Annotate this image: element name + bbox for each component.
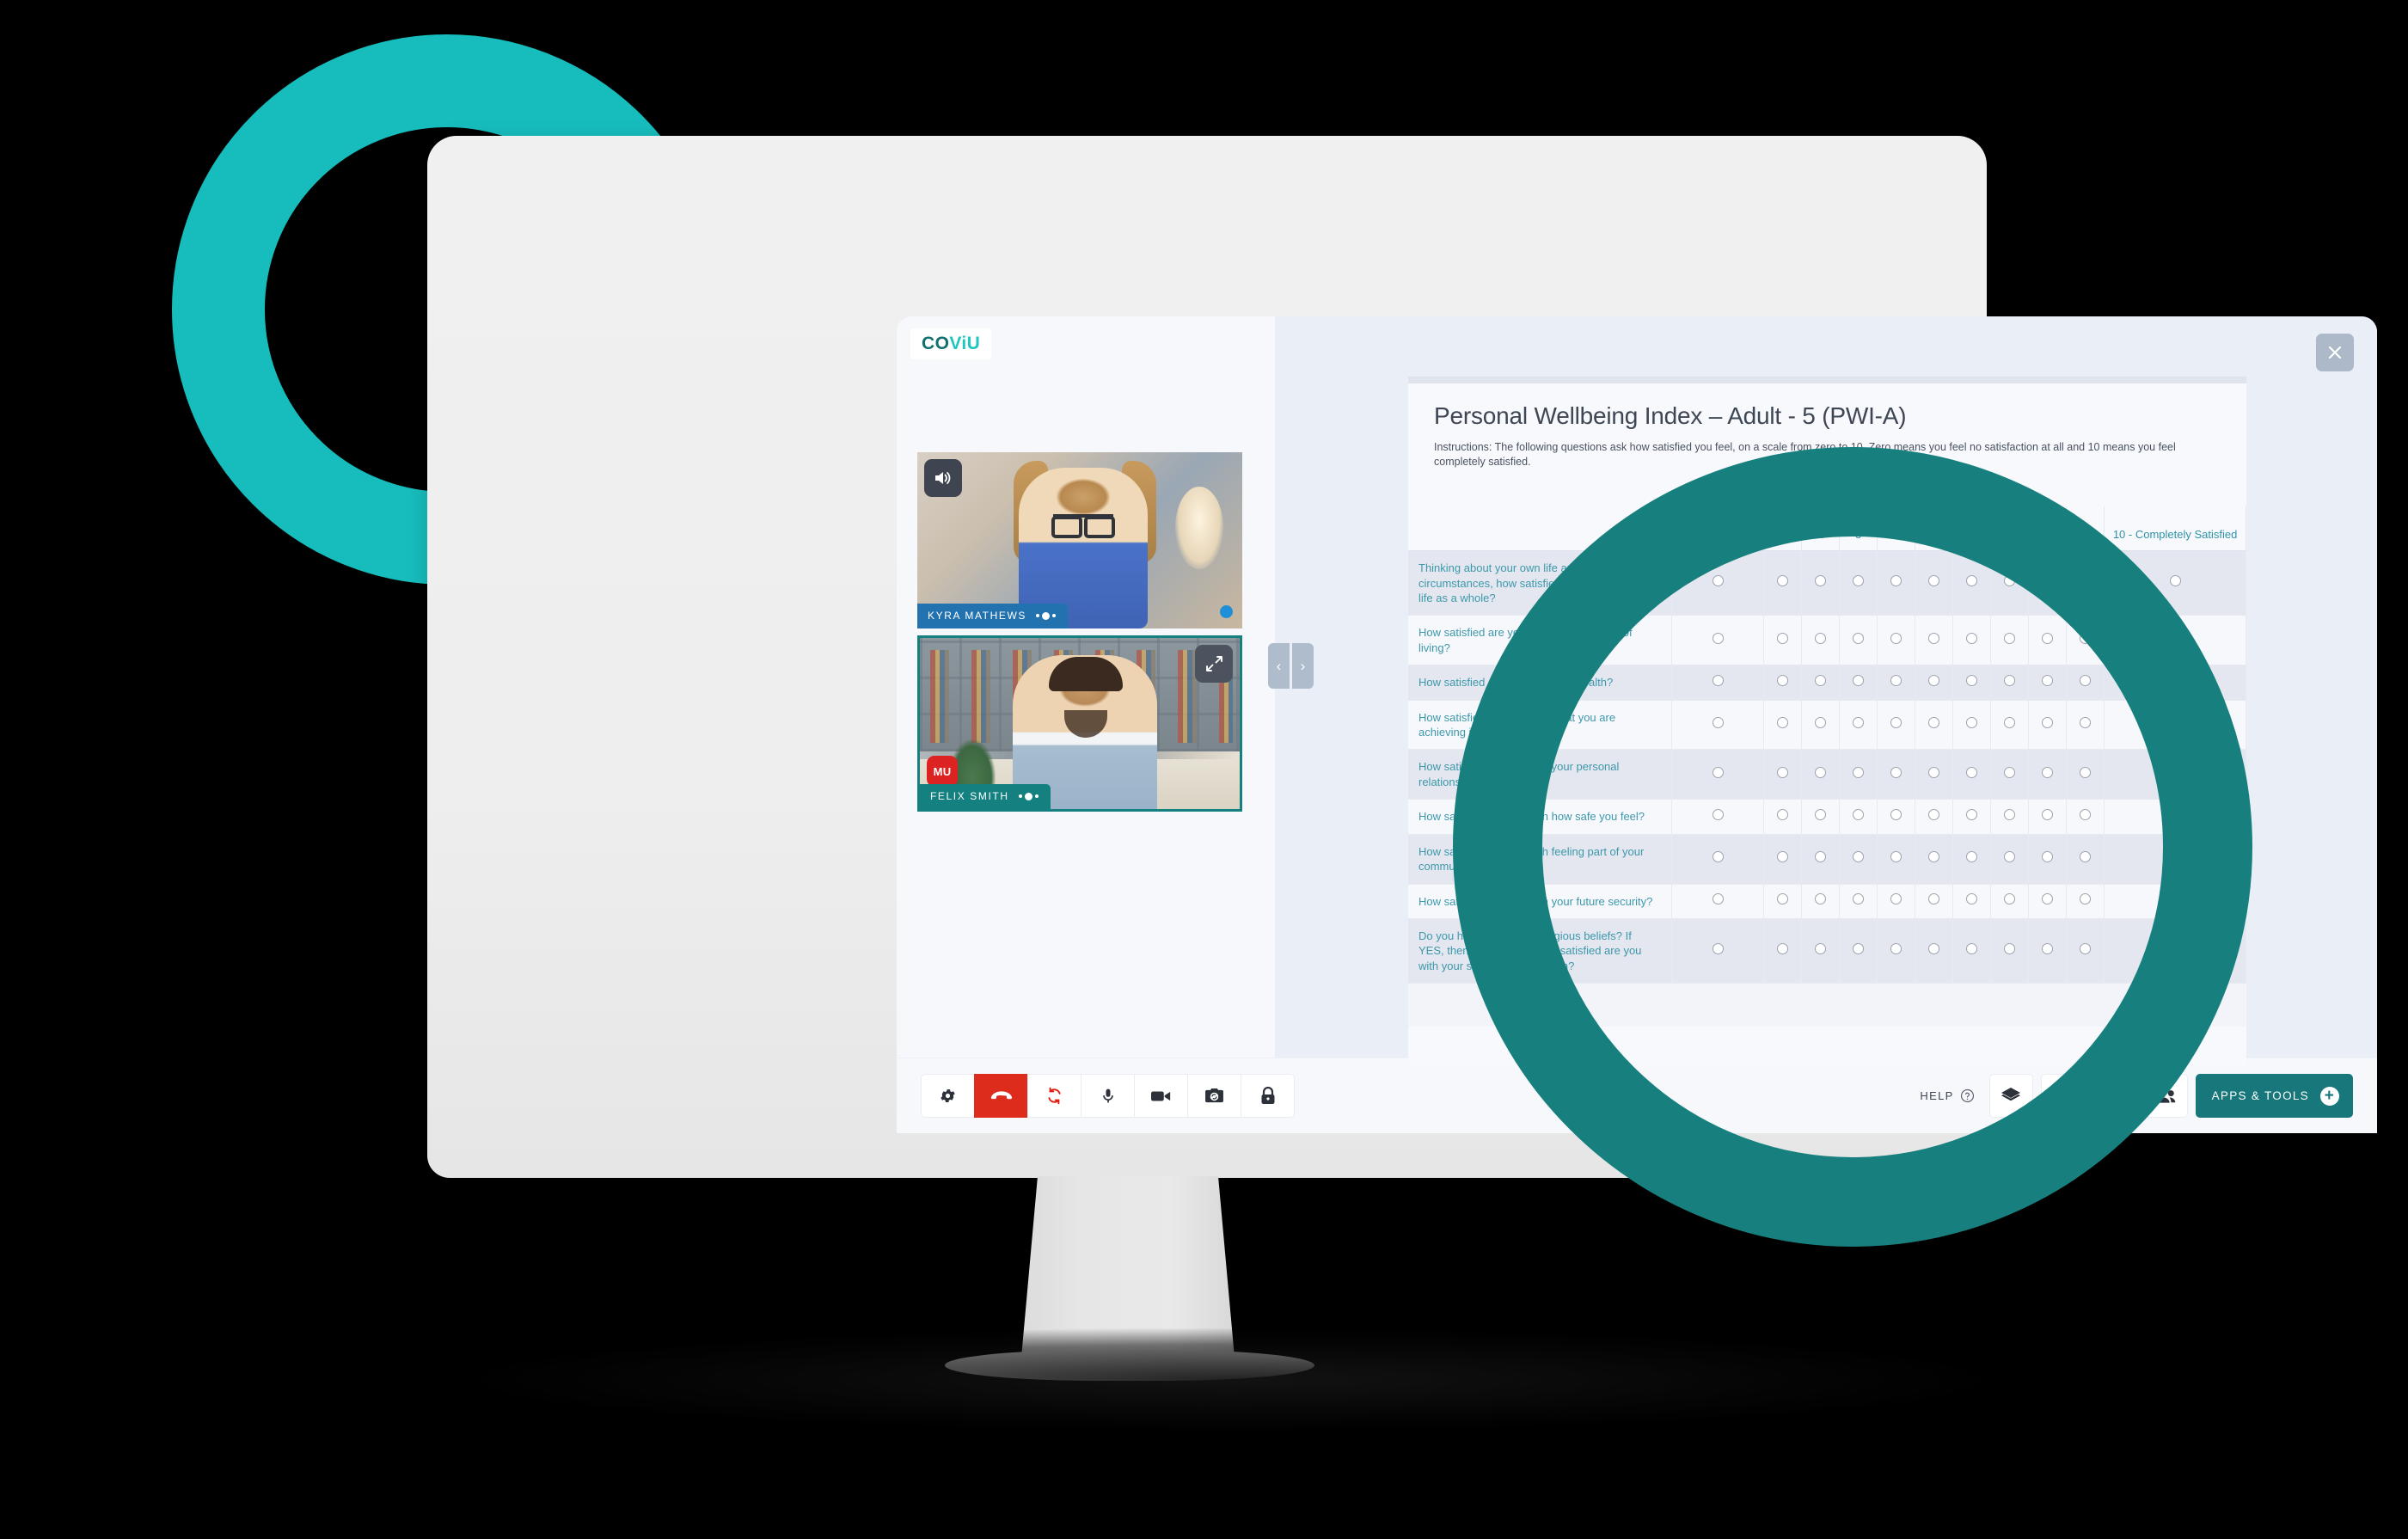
form-top-strip [1408, 377, 2246, 383]
rail-toggle-group: ‹ › [1268, 643, 1314, 689]
radio-option-10[interactable] [2169, 575, 2181, 587]
toolbar-left-group [921, 1074, 1295, 1118]
camera-switch-icon [1204, 1088, 1224, 1104]
phone-hangup-icon [990, 1089, 1013, 1103]
decorative-ring-dark [1453, 447, 2252, 1247]
rail-prev-button[interactable]: ‹ [1268, 643, 1290, 689]
participant-name-felix: FELIX SMITH [930, 790, 1009, 802]
microphone-button[interactable] [1081, 1074, 1135, 1118]
participant-name-chip-felix: FELIX SMITH [920, 784, 1051, 809]
speaker-volume-icon[interactable] [924, 459, 962, 497]
apps-and-tools-button[interactable]: APPS & TOOLS + [2195, 1074, 2353, 1118]
camera-button[interactable] [1134, 1074, 1188, 1118]
connection-status-dot [1220, 605, 1233, 618]
participant-name-chip-kyra: KYRA MATHEWS [917, 604, 1068, 628]
lock-icon [1260, 1086, 1276, 1106]
refresh-button[interactable] [1027, 1074, 1081, 1118]
expand-arrows-icon[interactable] [1195, 645, 1233, 683]
gear-icon [939, 1087, 957, 1105]
settings-button[interactable] [921, 1074, 975, 1118]
video-camera-icon [1150, 1089, 1172, 1103]
participant-name-kyra: KYRA MATHEWS [928, 610, 1026, 622]
logo-text-primary: CO [922, 334, 950, 353]
video-tile-kyra[interactable]: KYRA MATHEWS [917, 452, 1242, 628]
coviu-logo: COViU [910, 328, 992, 359]
lock-button[interactable] [1241, 1074, 1295, 1118]
switch-camera-button[interactable] [1187, 1074, 1241, 1118]
desk-shadow [464, 1328, 1994, 1432]
signal-strength-icon [1018, 792, 1039, 800]
glasses [1051, 514, 1115, 538]
video-tile-felix[interactable]: MU FELIX SMITH [917, 635, 1242, 812]
page-title: Personal Wellbeing Index – Adult - 5 (PW… [1434, 402, 1907, 429]
hangup-button[interactable] [974, 1074, 1028, 1118]
rail-next-button[interactable]: › [1292, 643, 1314, 689]
apps-tools-label: APPS & TOOLS [2211, 1089, 2309, 1102]
refresh-icon [1045, 1087, 1063, 1105]
background-lamp [1175, 487, 1223, 569]
signal-strength-icon [1036, 611, 1056, 620]
mute-badge: MU [927, 756, 958, 787]
close-icon[interactable] [2316, 334, 2354, 371]
plus-circle-icon: + [2320, 1086, 2339, 1106]
video-rail: COViU KYRA MATHEWS MU FELIX SMITH ‹ › [897, 316, 1314, 1058]
logo-text-secondary: ViU [949, 334, 981, 353]
col-10: 10 - Completely Satisfied [2104, 506, 2246, 552]
microphone-icon [1100, 1087, 1117, 1106]
screenshot-stage: COViU KYRA MATHEWS MU FELIX SMITH ‹ › Pe… [0, 0, 2408, 1539]
